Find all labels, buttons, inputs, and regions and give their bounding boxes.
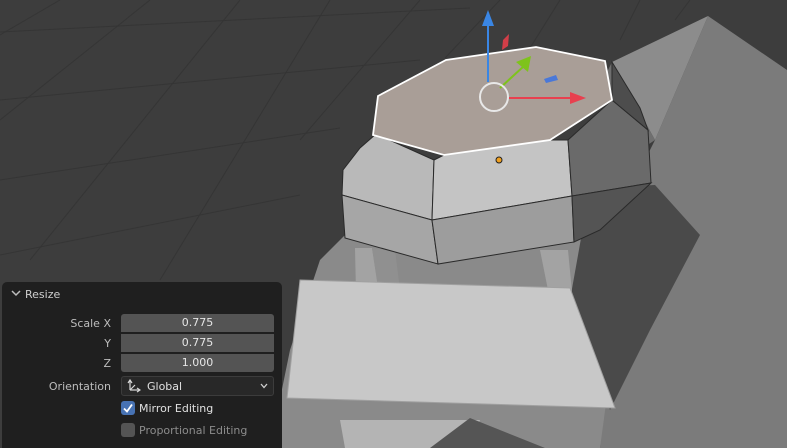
scale-z-label: Z (103, 357, 111, 370)
proportional-editing-checkbox[interactable] (121, 423, 135, 437)
redo-panel-header[interactable]: Resize (2, 282, 282, 306)
scale-x-label: Scale X (70, 317, 111, 330)
proportional-editing-label[interactable]: Proportional Editing (139, 424, 247, 437)
panel-title: Resize (25, 288, 61, 301)
scale-x-field[interactable]: 0.775 (121, 314, 274, 332)
global-orientation-icon (127, 379, 141, 393)
checkmark-icon (123, 403, 133, 413)
mirror-editing-checkbox[interactable] (121, 401, 135, 415)
scale-y-field[interactable]: 0.775 (121, 334, 274, 352)
mirror-editing-label[interactable]: Mirror Editing (139, 402, 213, 415)
origin-dot (495, 156, 503, 164)
orientation-dropdown[interactable]: Global (121, 376, 274, 396)
redo-panel: Resize Scale X 0.775 Y 0.775 Z 1.000 Ori… (2, 282, 282, 448)
scale-z-field[interactable]: 1.000 (121, 354, 274, 372)
chevron-down-icon[interactable] (11, 288, 21, 298)
dropdown-arrow-icon (260, 383, 268, 389)
orientation-label: Orientation (48, 380, 111, 393)
orientation-value: Global (147, 380, 183, 393)
scale-y-label: Y (104, 337, 111, 350)
